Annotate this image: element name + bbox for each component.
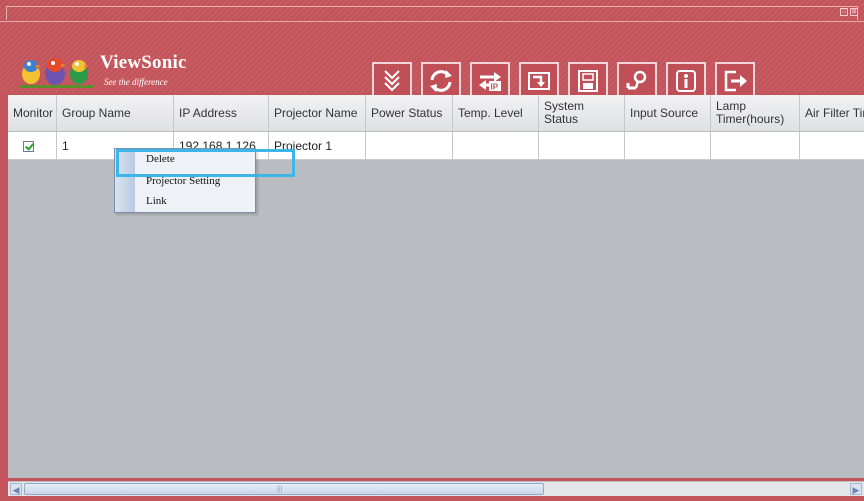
col-projector-name[interactable]: Projector Name [269, 95, 366, 131]
scroll-right-icon[interactable]: ▶ [850, 483, 862, 495]
header: ViewSonic See the difference IP [0, 22, 864, 100]
col-temp-level[interactable]: Temp. Level [453, 95, 539, 131]
col-group-name[interactable]: Group Name [57, 95, 174, 131]
close-icon[interactable]: ⊠ [850, 8, 858, 16]
import-icon [528, 72, 550, 90]
auto-search-icon [384, 70, 400, 92]
menu-item-link[interactable]: Link [146, 195, 167, 207]
viewsonic-birds-logo [19, 58, 93, 88]
cell-input [625, 132, 711, 160]
window-controls: □ ⊠ [840, 8, 858, 16]
selection-highlight [116, 149, 295, 177]
col-ip-address[interactable]: IP Address [174, 95, 269, 131]
svg-text:IP: IP [491, 83, 499, 92]
cell-system [539, 132, 625, 160]
col-monitor[interactable]: Monitor [8, 95, 57, 131]
save-icon [578, 70, 598, 92]
brand-name: ViewSonic [100, 52, 187, 73]
cell-monitor [8, 132, 57, 160]
cell-lamp [711, 132, 800, 160]
horizontal-scrollbar[interactable]: ◀ ||| ▶ [8, 481, 864, 496]
col-input-source[interactable]: Input Source [625, 95, 711, 131]
info-icon [676, 70, 696, 92]
cell-temp [453, 132, 539, 160]
cell-filter [800, 132, 864, 160]
settings-key-icon [626, 70, 647, 90]
refresh-icon [430, 70, 452, 92]
minimize-icon[interactable]: □ [840, 8, 848, 16]
table-header: Monitor Group Name IP Address Projector … [8, 95, 864, 131]
scroll-left-icon[interactable]: ◀ [10, 483, 22, 495]
scroll-grip-icon: ||| [277, 486, 283, 493]
col-lamp-timer[interactable]: Lamp Timer(hours) [711, 95, 800, 131]
col-air-filter-timer[interactable]: Air Filter Timer (hours) [800, 95, 864, 131]
exit-icon [724, 70, 747, 92]
title-frame [6, 6, 858, 20]
scroll-thumb[interactable]: ||| [24, 483, 544, 495]
col-power-status[interactable]: Power Status [366, 95, 453, 131]
ip-swap-icon: IP [479, 72, 501, 92]
app-window: □ ⊠ ViewSonic See the difference IP Moni… [0, 0, 864, 501]
brand-tagline: See the difference [104, 77, 168, 87]
title-bar: □ ⊠ [0, 0, 864, 22]
cell-power [366, 132, 453, 160]
col-system-status[interactable]: System Status [539, 95, 625, 131]
monitor-checkbox[interactable] [23, 141, 34, 152]
